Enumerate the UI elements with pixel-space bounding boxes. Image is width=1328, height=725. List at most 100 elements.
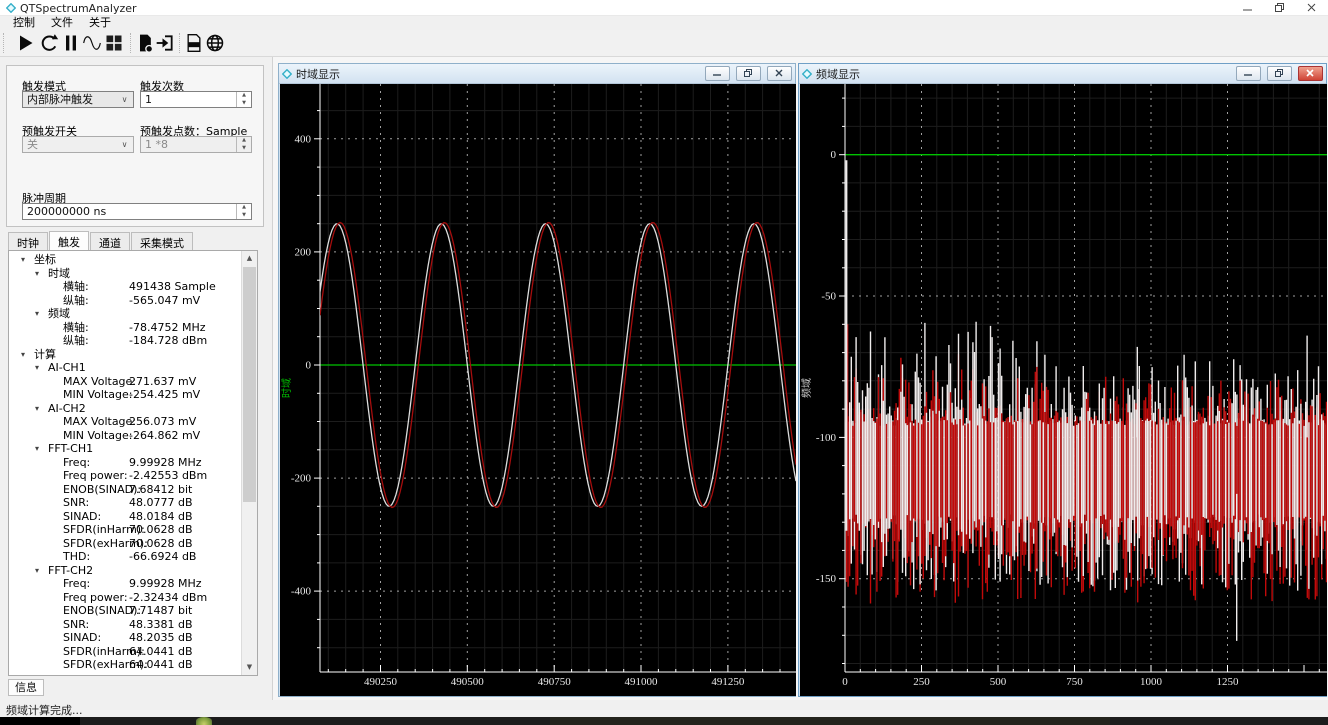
svg-text:200: 200 [295, 246, 312, 258]
tree-label: 纵轴: [63, 294, 89, 308]
taskbar[interactable] [0, 717, 1328, 725]
pretrigger-switch-value: 关 [27, 138, 38, 151]
time-plot[interactable]: 4902504905004907504910004912504002000-20… [280, 84, 796, 696]
expand-arrow-icon[interactable]: ▾ [21, 348, 25, 362]
tree-row[interactable]: Freq power:-2.42553 dBm [9, 469, 241, 483]
close-button[interactable] [1296, 0, 1328, 16]
taskbar-app-icon[interactable] [196, 717, 212, 725]
tree-value: 7.71487 bit [129, 604, 192, 618]
tree-row[interactable]: 横轴:-78.4752 MHz [9, 321, 241, 335]
expand-arrow-icon[interactable]: ▾ [35, 307, 39, 321]
tree-row[interactable]: 纵轴: -565.047 mV [9, 294, 241, 308]
close-button[interactable] [767, 66, 792, 81]
tree-label: AI-CH2 [48, 402, 86, 416]
tab-3[interactable]: 采集模式 [131, 232, 193, 250]
tree-value: -565.047 mV [129, 294, 200, 308]
tree-row[interactable]: ▾FFT-CH2 [9, 564, 241, 578]
minimize-button[interactable] [1236, 66, 1261, 81]
globe-icon[interactable] [203, 31, 227, 55]
svg-text:250: 250 [913, 676, 930, 688]
refresh-icon[interactable] [37, 31, 61, 55]
toolbar-handle [3, 33, 4, 53]
tree-row[interactable]: SNR:48.3381 dB [9, 618, 241, 632]
pretrigger-switch-select[interactable]: 关 ∨ [22, 136, 134, 153]
minimize-button[interactable] [1232, 0, 1264, 16]
pretrigger-points-spinbox[interactable]: 1 *8 ▲▼ [140, 136, 252, 153]
main-titlebar[interactable]: QTSpectrumAnalyzer [0, 0, 1328, 16]
tab-1[interactable]: 触发 [49, 231, 89, 250]
svg-text:0: 0 [306, 360, 312, 372]
expand-arrow-icon[interactable]: ▾ [35, 402, 39, 416]
chevron-down-icon: ∨ [118, 93, 131, 106]
tree-row[interactable]: ▾频域 [9, 307, 241, 321]
restore-button[interactable] [736, 66, 761, 81]
time-window-title: 时域显示 [296, 66, 699, 82]
menu-item-1[interactable]: 文件 [44, 16, 80, 30]
tree-row[interactable]: SFDR(inHarm):70.0628 dB [9, 523, 241, 537]
pretrigger-points-value: 1 *8 [145, 138, 168, 151]
svg-text:750: 750 [1066, 676, 1083, 688]
freq-window-titlebar[interactable]: 频域显示 [799, 64, 1326, 84]
tree-row[interactable]: 横轴:491438 Sample [9, 280, 241, 294]
pulse-period-spinbox[interactable]: 200000000 ns ▲▼ [22, 203, 252, 220]
play-icon[interactable] [13, 31, 37, 55]
tree-row[interactable]: ▾FFT-CH1 [9, 442, 241, 456]
waveform-icon[interactable] [80, 31, 104, 55]
menu-item-2[interactable]: 关于 [82, 16, 118, 30]
freq-plot[interactable]: 0250500750100012500-50-100-150频域 [800, 84, 1327, 696]
svg-text:0: 0 [842, 676, 848, 688]
tree-row[interactable]: 纵轴:-184.728 dBm [9, 334, 241, 348]
tree-row[interactable]: ▾坐标 [9, 253, 241, 267]
tree-row[interactable]: SINAD:48.0184 dB [9, 510, 241, 524]
trigger-count-spinbox[interactable]: 1 ▲▼ [140, 91, 252, 108]
tree-row[interactable]: MIN Voltage:-264.862 mV [9, 429, 241, 443]
tab-info[interactable]: 信息 [8, 679, 44, 696]
close-button[interactable] [1298, 66, 1323, 81]
spin-arrows-icon[interactable]: ▲▼ [236, 92, 251, 107]
expand-arrow-icon[interactable]: ▾ [35, 442, 39, 456]
tree-value: 48.2035 dB [129, 631, 193, 645]
expand-arrow-icon[interactable]: ▾ [35, 267, 39, 281]
freq-plot-area: 0250500750100012500-50-100-150频域 [800, 84, 1325, 695]
tree-label: MIN Voltage: [63, 388, 132, 402]
restore-button[interactable] [1267, 66, 1292, 81]
tree-row[interactable]: MAX Voltage:256.073 mV [9, 415, 241, 429]
tree-row[interactable]: Freq:9.99928 MHz [9, 456, 241, 470]
restore-button[interactable] [1264, 0, 1296, 16]
time-window-titlebar[interactable]: 时域显示 [279, 64, 795, 84]
expand-arrow-icon[interactable]: ▾ [21, 253, 25, 267]
tree-row[interactable]: Freq:9.99928 MHz [9, 577, 241, 591]
tree-row[interactable]: MAX Voltage:271.637 mV [9, 375, 241, 389]
tree-row[interactable]: ENOB(SINAD):7.68412 bit [9, 483, 241, 497]
tree-value: 64.0441 dB [129, 658, 193, 672]
tree-row[interactable]: SINAD:48.2035 dB [9, 631, 241, 645]
tree-row[interactable]: SFDR(exHarm):64.0441 dB [9, 658, 241, 672]
trigger-mode-select[interactable]: 内部脉冲触发 ∨ [22, 91, 134, 108]
tree-value: 491438 Sample [129, 280, 216, 294]
tree-row[interactable]: SFDR(inHarm):64.0441 dB [9, 645, 241, 659]
tree-row[interactable]: SFDR(exHarm):70.0628 dB [9, 537, 241, 551]
minimize-button[interactable] [705, 66, 730, 81]
scroll-thumb[interactable] [243, 267, 256, 502]
tree-value: 70.0628 dB [129, 537, 193, 551]
scroll-up-icon[interactable]: ▲ [242, 251, 257, 266]
scroll-down-icon[interactable]: ▼ [242, 660, 257, 675]
tree-row[interactable]: SNR:48.0777 dB [9, 496, 241, 510]
tree-row[interactable]: Freq power:-2.32434 dBm [9, 591, 241, 605]
tree-row[interactable]: ENOB(SINAD):7.71487 bit [9, 604, 241, 618]
tab-2[interactable]: 通道 [90, 232, 130, 250]
tree-row[interactable]: THD:-66.6924 dB [9, 550, 241, 564]
tree-row[interactable]: ▾ AI-CH2 [9, 402, 241, 416]
tab-0[interactable]: 时钟 [8, 232, 48, 250]
tree-row[interactable]: ▾计算 [9, 348, 241, 362]
tree-row[interactable]: ▾AI-CH1 [9, 361, 241, 375]
expand-arrow-icon[interactable]: ▾ [35, 564, 39, 578]
expand-arrow-icon[interactable]: ▾ [35, 361, 39, 375]
spin-arrows-icon[interactable]: ▲▼ [236, 204, 251, 219]
tree-scrollbar[interactable]: ▲ ▼ [241, 251, 257, 675]
import-icon[interactable] [153, 31, 177, 55]
tree-row[interactable]: MIN Voltage:-254.425 mV [9, 388, 241, 402]
tree-row[interactable]: ▾时域 [9, 267, 241, 281]
grid-icon[interactable] [102, 31, 126, 55]
menu-item-0[interactable]: 控制 [6, 16, 42, 30]
